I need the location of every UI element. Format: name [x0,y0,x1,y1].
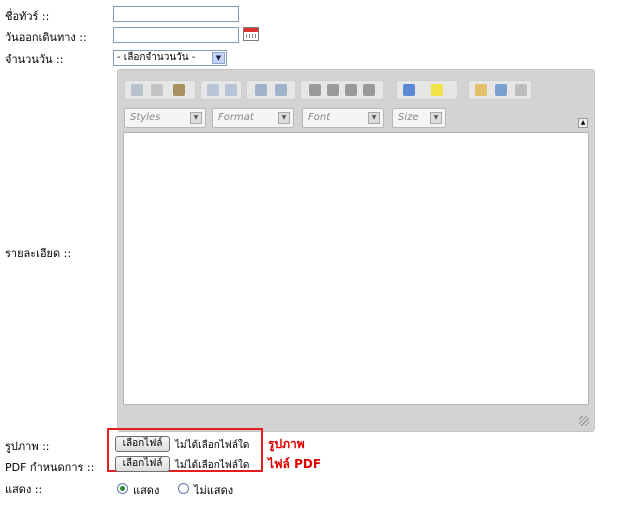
editor-content-area[interactable] [123,132,589,405]
pdf-label: PDF กำหนดการ :: [5,461,95,474]
tour-name-input[interactable] [113,6,239,22]
pdf-no-file-text: ไม่ได้เลือกไฟล์ใด [175,460,250,471]
show-option-label: แสดง [133,484,160,497]
image-icon[interactable] [475,84,487,96]
calendar-icon[interactable] [243,27,259,41]
pdf-annotation: ไฟล์ PDF [268,457,322,471]
image-choose-file-button[interactable]: เลือกไฟล์ [115,436,170,452]
image-label: รูปภาพ :: [5,440,50,453]
chevron-down-icon: ▼ [430,112,442,124]
align-left-icon[interactable] [309,84,321,96]
paste-icon[interactable] [173,84,185,96]
departure-date-label: วันออกเดินทาง :: [5,31,87,44]
tour-name-label: ชื่อทัวร์ :: [5,10,50,23]
clipboard-group [124,80,196,100]
styles-combo-label: Styles [130,112,161,123]
days-select-value: - เลือกจำนวนวัน - [117,52,196,63]
image-no-file-text: ไม่ได้เลือกไฟล์ใด [175,440,250,451]
show-radio[interactable] [117,483,128,494]
numbered-list-icon[interactable] [255,84,267,96]
chevron-down-icon: ▼ [278,112,290,124]
resize-grip-icon[interactable] [579,416,589,426]
styles-combo[interactable]: Styles ▼ [124,108,206,128]
insert-group [468,80,532,100]
copy-icon[interactable] [151,84,163,96]
horizontal-rule-icon[interactable] [515,84,527,96]
size-combo-label: Size [398,112,419,123]
collapse-toolbar-icon[interactable]: ▲ [578,118,588,128]
format-combo-label: Format [218,112,254,123]
format-combo[interactable]: Format ▼ [212,108,294,128]
size-combo[interactable]: Size ▼ [392,108,446,128]
days-select[interactable]: - เลือกจำนวนวัน - ▼ [113,50,227,66]
align-justify-icon[interactable] [363,84,375,96]
show-label: แสดง :: [5,483,43,496]
chevron-down-icon: ▼ [212,52,225,64]
background-color-icon[interactable] [431,84,443,96]
undo-icon[interactable] [207,84,219,96]
detail-label: รายละเอียด :: [5,247,72,260]
align-center-icon[interactable] [327,84,339,96]
departure-date-input[interactable] [113,27,239,43]
image-annotation: รูปภาพ [268,437,305,451]
align-right-icon[interactable] [345,84,357,96]
chevron-down-icon: ▼ [190,112,202,124]
hide-option-label: ไม่แสดง [194,484,234,497]
chevron-down-icon: ▼ [368,112,380,124]
rich-text-editor: Styles ▼ Format ▼ Font ▼ Size ▼ ▲ [117,69,595,432]
days-label: จำนวนวัน :: [5,53,64,66]
pdf-choose-file-button[interactable]: เลือกไฟล์ [115,456,170,472]
hide-radio[interactable] [178,483,189,494]
undo-group [200,80,242,100]
font-combo-label: Font [308,112,331,123]
cut-icon[interactable] [131,84,143,96]
redo-icon[interactable] [225,84,237,96]
text-color-icon[interactable] [403,84,415,96]
color-group [396,80,458,100]
table-icon[interactable] [495,84,507,96]
align-group [300,80,384,100]
list-group [246,80,296,100]
font-combo[interactable]: Font ▼ [302,108,384,128]
bullet-list-icon[interactable] [275,84,287,96]
